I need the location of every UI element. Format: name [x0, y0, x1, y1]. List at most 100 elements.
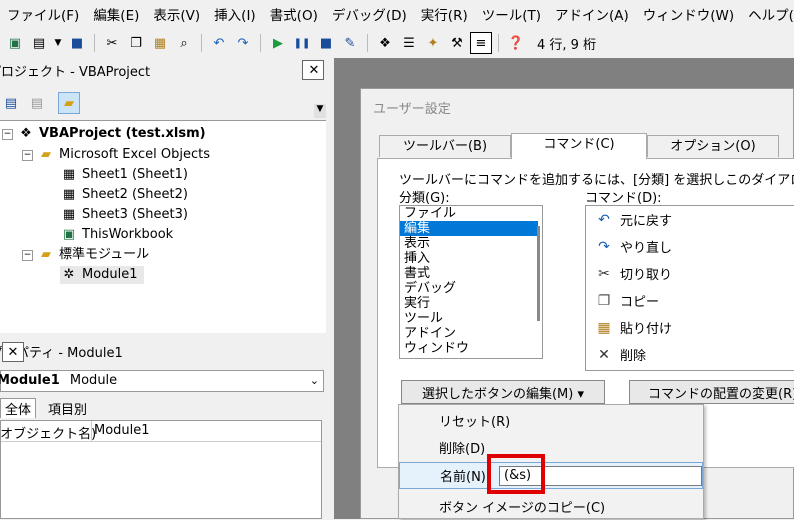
scrollbar-thumb[interactable]	[537, 226, 540, 321]
copy-icon: ❐	[597, 292, 611, 309]
close-icon[interactable]: ✕	[2, 342, 24, 362]
tree-label: 標準モジュール	[59, 247, 150, 262]
list-item[interactable]: ウィンドウ	[400, 341, 538, 356]
design-mode-icon[interactable]: ✎	[339, 32, 361, 54]
list-item[interactable]: ✂ 切り取り	[586, 260, 794, 287]
tree-node-sheet3[interactable]: ▦ Sheet3 (Sheet3)	[60, 206, 188, 224]
properties-icon[interactable]: ☰	[398, 32, 420, 54]
toggle-folders-icon[interactable]: ▰	[58, 92, 80, 114]
run-icon[interactable]: ▶	[267, 32, 289, 54]
cut-icon[interactable]: ✂	[101, 32, 123, 54]
tree-node-sheet2[interactable]: ▦ Sheet2 (Sheet2)	[60, 186, 188, 204]
copy-icon[interactable]: ❐	[125, 32, 147, 54]
modify-selection-button[interactable]: 選択したボタンの編集(M) ▾	[401, 380, 605, 404]
view-object-icon[interactable]: ▤	[26, 92, 48, 114]
list-item-selected[interactable]: 編集	[400, 221, 538, 236]
rearrange-commands-button[interactable]: コマンドの配置の変更(R)	[629, 380, 794, 404]
menu-insert[interactable]: 挿入(I)	[207, 4, 263, 24]
toolbar-separator	[260, 34, 261, 52]
command-label: コピー	[620, 295, 660, 310]
menu-window[interactable]: ウィンドウ(W)	[636, 4, 741, 24]
paste-icon[interactable]: ▦	[149, 32, 171, 54]
stop-icon[interactable]: ■	[315, 32, 337, 54]
object-browser-icon[interactable]: ✦	[422, 32, 444, 54]
properties-titlebar: プロパティ - Module1 ✕	[0, 338, 326, 364]
tab-commands[interactable]: コマンド(C)	[511, 133, 647, 159]
list-item[interactable]: ファイル	[400, 206, 538, 221]
immediate-window-icon[interactable]: ≡	[470, 32, 492, 54]
menu-debug[interactable]: デバッグ(D)	[325, 4, 414, 24]
menu-item-copy-image[interactable]: ボタン イメージのコピー(C)	[399, 493, 703, 520]
list-item[interactable]: アドイン	[400, 326, 538, 341]
scroll-down-icon[interactable]: ▼	[314, 104, 326, 118]
project-explorer-icon[interactable]: ❖	[374, 32, 396, 54]
menu-run[interactable]: 実行(R)	[414, 4, 475, 24]
chevron-down-icon[interactable]: ▼	[52, 32, 64, 54]
tree-label: VBAProject (test.xlsm)	[39, 126, 206, 141]
tree-node-thisworkbook[interactable]: ▣ ThisWorkbook	[60, 226, 173, 244]
object-selector[interactable]: Module1 Module ⌄	[0, 370, 324, 392]
chevron-down-icon[interactable]: ⌄	[310, 371, 319, 391]
object-name: Module1	[0, 373, 60, 388]
tree-node-module1[interactable]: ✲ Module1	[60, 266, 144, 284]
category-list[interactable]: ファイル 編集 表示 挿入 書式 デバッグ 実行 ツール アドイン ウィンドウ	[399, 205, 543, 359]
excel-icon[interactable]: ▣	[4, 32, 26, 54]
undo-icon[interactable]: ↶	[208, 32, 230, 54]
list-item[interactable]: ▦ 貼り付け	[586, 314, 794, 341]
toolbox-icon[interactable]: ⚒	[446, 32, 468, 54]
cursor-position: 4 行, 9 桁	[537, 37, 597, 53]
tab-options[interactable]: オプション(O)	[647, 135, 779, 157]
view-code-icon[interactable]: ▤	[0, 92, 22, 114]
list-item[interactable]: ✕ 削除	[586, 341, 794, 368]
tree-node-sheet1[interactable]: ▦ Sheet1 (Sheet1)	[60, 166, 188, 184]
menu-format[interactable]: 書式(O)	[263, 4, 325, 24]
command-label: 切り取り	[620, 268, 673, 283]
property-row[interactable]: (オブジェクト名) Module1	[0, 421, 321, 442]
list-item[interactable]: ↷ やり直し	[586, 233, 794, 260]
command-label: 削除	[620, 349, 647, 364]
menu-help[interactable]: ヘルプ(H	[741, 4, 794, 24]
sheet-icon: ▦	[62, 207, 76, 222]
menu-item-name[interactable]: 名前(N): (&s)	[399, 462, 703, 489]
tab-category[interactable]: 項目別	[48, 399, 87, 418]
folder-icon: ▰	[41, 147, 51, 162]
menu-addins[interactable]: アドイン(A)	[548, 4, 636, 24]
save-icon[interactable]: ■	[66, 32, 88, 54]
menu-tools[interactable]: ツール(T)	[475, 4, 548, 24]
collapse-icon[interactable]: −	[2, 128, 13, 140]
close-icon[interactable]: ✕	[302, 60, 324, 80]
list-item[interactable]: 挿入	[400, 251, 538, 266]
menu-file[interactable]: ファイル(F)	[0, 4, 86, 24]
toolbar-separator	[367, 34, 368, 52]
menu-item-label: 名前(N):	[440, 470, 491, 485]
list-item[interactable]: ❐ コピー	[586, 287, 794, 314]
menu-item-reset[interactable]: リセット(R)	[399, 407, 703, 434]
redo-icon[interactable]: ↷	[232, 32, 254, 54]
command-list[interactable]: ↶ 元に戻す ↷ やり直し ✂ 切り取り ❐ コピー ▦ 貼り付け ✕ 削除	[585, 205, 794, 371]
list-item[interactable]: ↶ 元に戻す	[586, 206, 794, 233]
command-label: 貼り付け	[620, 322, 673, 337]
list-item[interactable]: 実行	[400, 296, 538, 311]
insert-userform-icon[interactable]: ▤	[28, 32, 50, 54]
menu-edit[interactable]: 編集(E)	[86, 4, 146, 24]
find-icon[interactable]: ⌕	[173, 32, 195, 54]
list-item[interactable]: 書式	[400, 266, 538, 281]
command-label: コマンド(D):	[585, 191, 662, 206]
object-type: Module	[69, 373, 118, 388]
tab-all[interactable]: 全体	[0, 398, 37, 418]
collapse-icon[interactable]: −	[22, 149, 33, 161]
collapse-icon[interactable]: −	[22, 249, 33, 261]
tree-node-excel-objects[interactable]: − ▰ Microsoft Excel Objects	[22, 146, 210, 164]
property-value[interactable]: Module1	[94, 423, 150, 438]
menu-view[interactable]: 表示(V)	[146, 4, 207, 24]
tab-toolbars[interactable]: ツールバー(B)	[379, 135, 511, 157]
list-item[interactable]: 表示	[400, 236, 538, 251]
menu-item-delete[interactable]: 削除(D)	[399, 434, 703, 461]
pause-icon[interactable]: ❚❚	[291, 32, 313, 54]
list-item[interactable]: ツール	[400, 311, 538, 326]
list-item[interactable]: デバッグ	[400, 281, 538, 296]
help-icon[interactable]: ❓	[505, 32, 527, 54]
tree-node-project[interactable]: − ❖ VBAProject (test.xlsm)	[2, 125, 206, 143]
tree-node-modules[interactable]: − ▰ 標準モジュール	[22, 246, 149, 264]
properties-grid: (オブジェクト名) Module1	[0, 420, 322, 519]
